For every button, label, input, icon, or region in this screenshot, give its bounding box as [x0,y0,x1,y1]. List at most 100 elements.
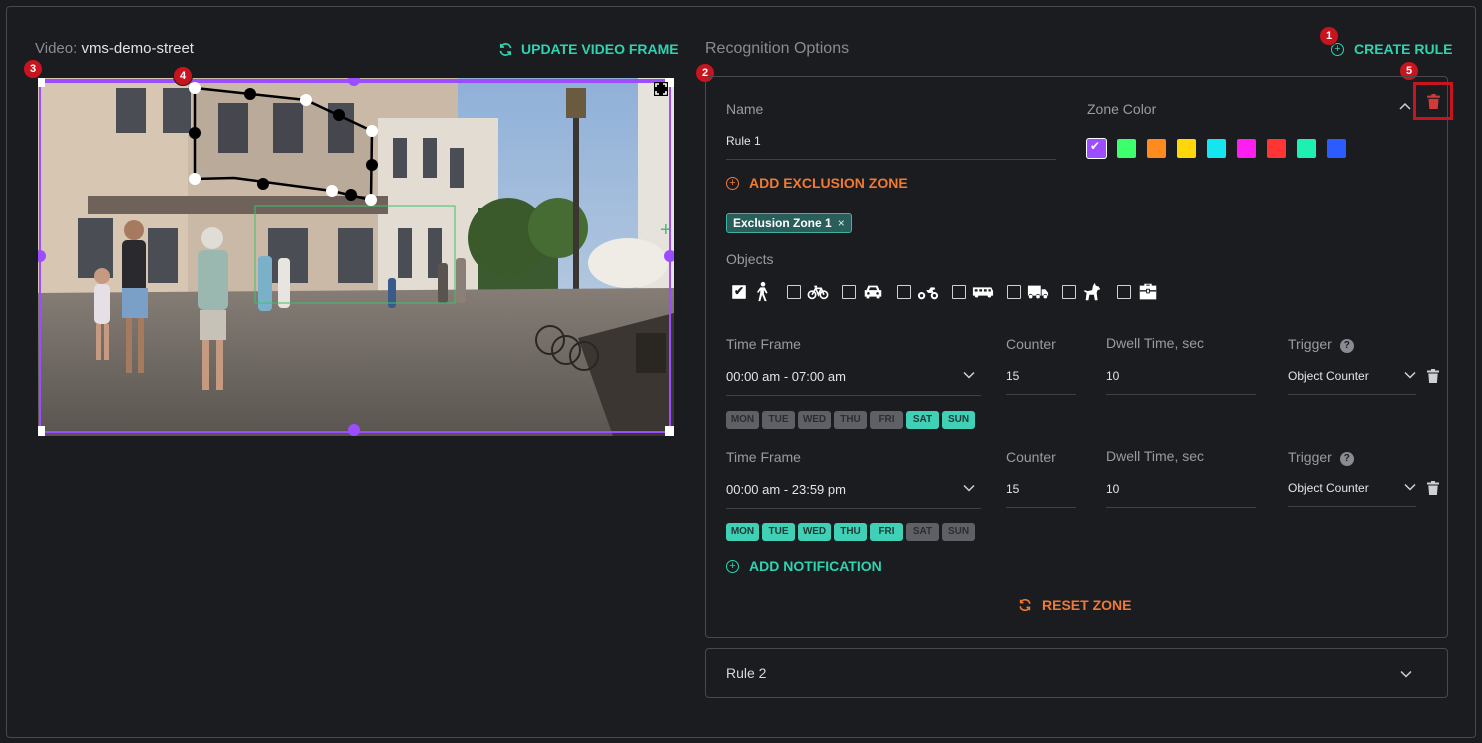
zone-color-swatch[interactable] [1117,139,1136,158]
weekday-selector: MON TUE WED THU FRI SAT SUN [726,523,975,541]
add-circle-icon: + [726,559,739,573]
rule-name-input[interactable]: Rule 1 [726,134,1056,160]
add-exclusion-zone-button[interactable]: + ADD EXCLUSION ZONE [726,175,908,191]
weekday-sun[interactable]: SUN [942,411,975,429]
weekday-mon[interactable]: MON [726,411,759,429]
chevron-down-icon[interactable] [1403,480,1417,494]
counter-input[interactable]: 15 [1006,482,1076,508]
object-option-motorcycle[interactable] [897,281,939,303]
time-frame-select[interactable]: 00:00 am - 23:59 pm [726,482,981,509]
dwell-time-label: Dwell Time, sec [1106,448,1205,464]
weekday-thu[interactable]: THU [834,523,867,541]
counter-label: Counter [1006,449,1056,465]
close-icon[interactable]: × [838,216,845,230]
rule-2-card[interactable]: Rule 2 [705,648,1448,698]
car-icon [864,285,882,299]
bus-icon [972,287,994,298]
update-video-frame-button[interactable]: UPDATE VIDEO FRAME [498,41,679,57]
add-circle-icon: + [726,176,739,190]
chevron-down-icon[interactable] [1399,667,1413,681]
video-label: Video: vms-demo-street [35,40,194,57]
zone-color-swatch[interactable] [1087,139,1106,158]
refresh-icon [1019,598,1031,612]
help-icon[interactable]: ? [1339,339,1354,353]
weekday-sat[interactable]: SAT [906,411,939,429]
zone-color-swatch[interactable] [1177,139,1196,158]
counter-input[interactable]: 15 [1006,369,1076,395]
weekday-sat[interactable]: SAT [906,523,939,541]
refresh-icon [499,42,512,56]
weekday-tue[interactable]: TUE [762,411,795,429]
add-notification-label: ADD NOTIFICATION [749,558,882,574]
weekday-sun[interactable]: SUN [942,523,975,541]
add-notification-button[interactable]: + ADD NOTIFICATION [726,558,882,574]
video-label-prefix: Video: [35,40,78,57]
trash-icon[interactable] [1427,369,1439,383]
weekday-wed[interactable]: WED [798,523,831,541]
weekday-fri[interactable]: FRI [870,411,903,429]
chevron-down-icon[interactable] [1403,368,1417,382]
checkbox[interactable] [952,285,966,299]
zone-color-swatch[interactable] [1267,139,1286,158]
dwell-time-input[interactable]: 10 [1106,369,1256,395]
reset-zone-button[interactable]: RESET ZONE [1018,597,1131,613]
update-video-frame-label: UPDATE VIDEO FRAME [521,41,679,57]
trigger-label: Trigger? [1288,336,1354,353]
object-option-bicycle[interactable] [787,281,829,303]
dwell-time-input[interactable]: 10 [1106,482,1256,508]
checkbox[interactable] [732,284,746,299]
trigger-select[interactable]: Object Counter [1288,369,1416,395]
create-rule-label: CREATE RULE [1354,41,1453,57]
time-frame-select[interactable]: 00:00 am - 07:00 am [726,369,981,396]
weekday-mon[interactable]: MON [726,523,759,541]
object-option-truck[interactable] [1007,281,1049,303]
time-frame-label: Time Frame [726,336,801,352]
trash-icon[interactable] [1427,481,1439,495]
checkbox[interactable] [1007,285,1021,299]
weekday-thu[interactable]: THU [834,411,867,429]
dwell-time-label: Dwell Time, sec [1106,335,1205,351]
checkbox[interactable] [1062,285,1076,299]
rule-1-card: Name Rule 1 Zone Color + ADD EXCLUSION Z… [705,76,1453,638]
checkbox[interactable] [897,285,911,299]
fullscreen-icon[interactable] [654,82,668,96]
zone-color-swatch[interactable] [1147,139,1166,158]
delete-rule-button[interactable] [1413,82,1453,120]
object-option-person[interactable] [732,281,774,303]
weekday-fri[interactable]: FRI [870,523,903,541]
object-option-dog[interactable] [1062,281,1104,303]
recognition-options-title: Recognition Options [705,40,850,57]
zone-color-swatch[interactable] [1327,139,1346,158]
video-frame[interactable]: + [38,78,674,436]
trigger-label-text: Trigger [1288,336,1332,352]
chevron-down-icon[interactable] [962,368,976,382]
zone-color-swatch[interactable] [1297,139,1316,158]
street-scene-image: + [38,78,674,436]
name-label: Name [726,101,764,117]
objects-label: Objects [726,251,774,267]
object-option-car[interactable] [842,281,884,303]
dog-icon [1083,282,1101,301]
bicycle-icon [807,285,829,300]
object-option-bus[interactable] [952,281,994,303]
zone-color-swatch[interactable] [1207,139,1226,158]
time-frame-label: Time Frame [726,449,801,465]
chevron-down-icon[interactable] [962,481,976,495]
briefcase-icon [1139,283,1157,300]
weekday-tue[interactable]: TUE [762,523,795,541]
create-rule-button[interactable]: + CREATE RULE [1331,41,1453,57]
trigger-select[interactable]: Object Counter [1288,481,1416,507]
object-option-bag[interactable] [1117,281,1159,303]
checkbox[interactable] [787,285,801,299]
add-exclusion-zone-label: ADD EXCLUSION ZONE [749,175,908,191]
person-icon [756,281,768,302]
object-type-selector [732,281,1172,303]
rule-2-name: Rule 2 [726,665,767,681]
help-icon[interactable]: ? [1339,452,1354,466]
weekday-wed[interactable]: WED [798,411,831,429]
zone-color-swatch[interactable] [1237,139,1256,158]
checkbox[interactable] [842,285,856,299]
exclusion-zone-chip[interactable]: Exclusion Zone 1 × [726,213,852,233]
checkbox[interactable] [1117,285,1131,299]
chevron-up-icon[interactable] [1398,99,1412,113]
